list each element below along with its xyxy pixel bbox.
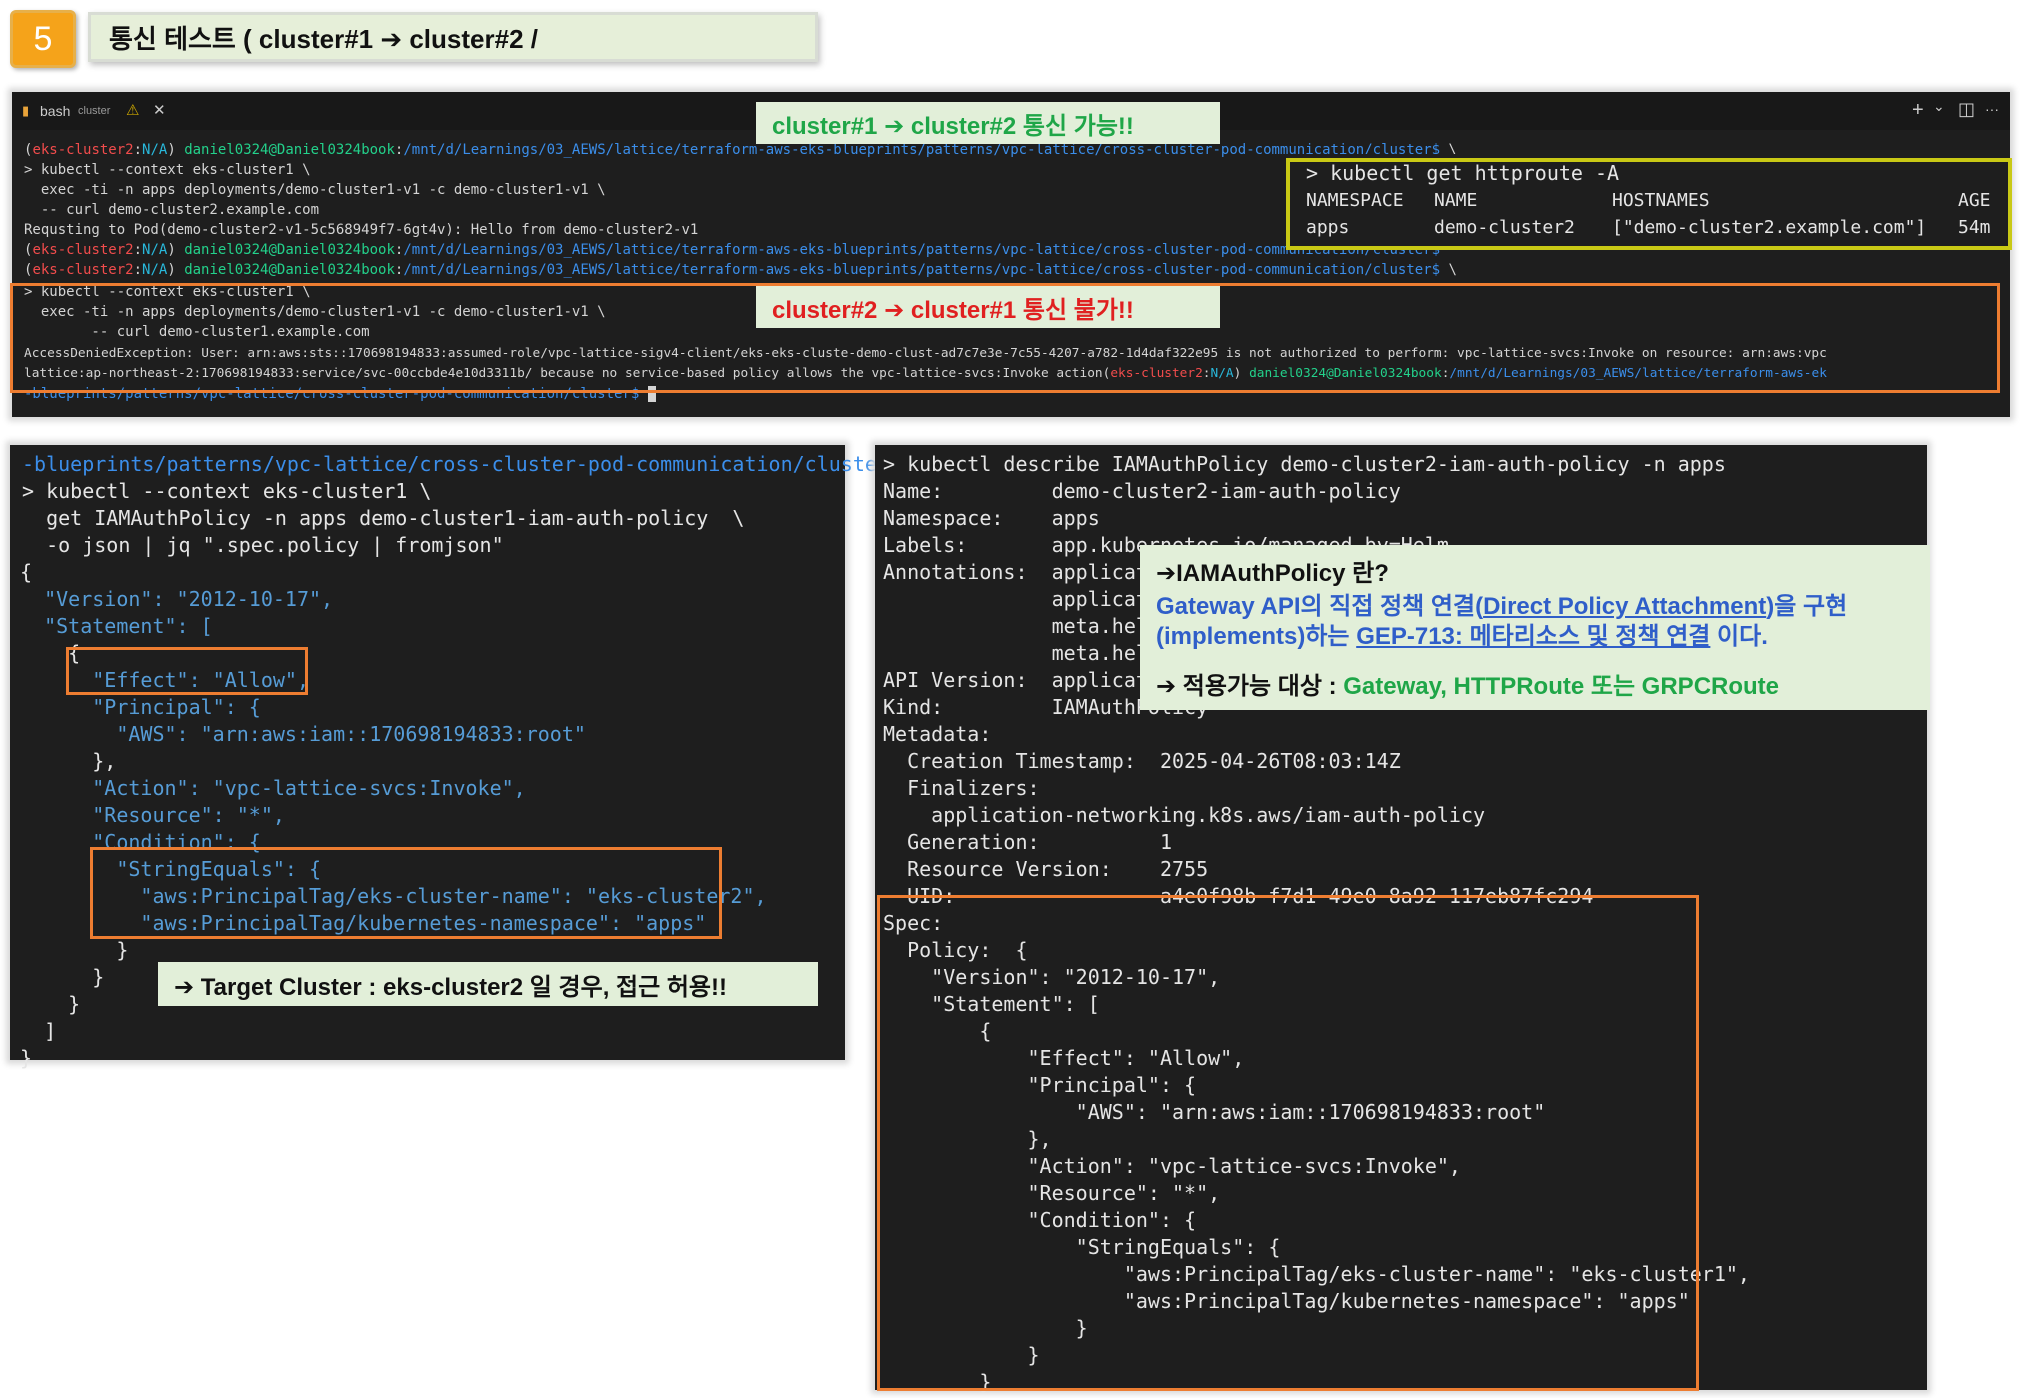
describe-line: Resource Version: 2755 <box>883 857 1209 881</box>
prompt-line: (eks-cluster2:N/A) daniel0324@Daniel0324… <box>24 142 1457 158</box>
json-line: "Principal": { <box>20 695 261 719</box>
describe-line: Finalizers: <box>883 776 1040 800</box>
terminal-line: -- curl demo-cluster2.example.com <box>24 202 320 218</box>
prompt-line: (eks-cluster2:N/A) daniel0324@Daniel0324… <box>24 242 1441 258</box>
prompt-namespace: N/A <box>142 242 168 258</box>
callout-failure: cluster#2 ➔ cluster#1 통신 불가!! <box>756 286 1220 328</box>
spec-highlight <box>877 895 1699 1391</box>
json-line: "Statement": [ <box>20 614 213 638</box>
json-line: "Version": "2012-10-17", <box>20 587 334 611</box>
callout-target-cluster: ➔ Target Cluster : eks-cluster2 일 경우, 접근… <box>158 962 818 1006</box>
callout-success: cluster#1 ➔ cluster#2 통신 가능!! <box>756 102 1220 144</box>
command-line: -o json | jq ".spec.policy | fromjson" <box>22 533 504 557</box>
info-target-value: Gateway, HTTPRoute 또는 GRPCRoute <box>1343 673 1780 700</box>
prompt-user: daniel0324@Daniel0324book <box>184 242 395 258</box>
chevron-down-icon[interactable]: ⌄ <box>1933 98 1945 115</box>
json-line: } <box>20 965 105 989</box>
describe-line: application-networking.k8s.aws/iam-auth-… <box>883 803 1486 827</box>
describe-line: Namespace: apps <box>883 506 1100 530</box>
describe-line: meta.helm <box>883 641 1160 665</box>
json-line: } <box>20 938 129 962</box>
json-line: }, <box>20 749 117 773</box>
describe-line: Generation: 1 <box>883 830 1172 854</box>
split-terminal-icon[interactable]: ◫ <box>1958 99 1975 120</box>
describe-line: Annotations: applicati <box>883 560 1160 584</box>
new-terminal-icon[interactable]: + <box>1912 99 1924 122</box>
step-title: 통신 테스트 ( cluster#1 ➔ cluster#2 / <box>88 12 818 62</box>
describe-line: applicati <box>883 587 1160 611</box>
describe-line: API Version: applicati <box>883 668 1160 692</box>
terminal-tab-sublabel: cluster <box>78 105 111 117</box>
path-line: -blueprints/patterns/vpc-lattice/cross-c… <box>22 452 926 476</box>
command-line: get IAMAuthPolicy -n apps demo-cluster1-… <box>22 506 745 530</box>
warning-icon: ⚠ <box>126 102 140 119</box>
info-title: ➔IAMAuthPolicy 란? <box>1156 560 1389 587</box>
prompt-context: eks-cluster2 <box>32 142 134 158</box>
info-text: Gateway API의 직접 정책 연결( <box>1156 593 1484 620</box>
info-target: ➔ 적용가능 대상 : Gateway, HTTPRoute 또는 GRPCRo… <box>1156 666 1914 701</box>
describe-line: Name: demo-cluster2-iam-auth-policy <box>883 479 1401 503</box>
prompt-path: /mnt/d/Learnings/03_AEWS/lattice/terrafo… <box>403 242 1441 258</box>
bash-icon: ▮ <box>22 103 30 118</box>
json-line: } <box>20 992 81 1016</box>
effect-allow-highlight <box>66 647 308 695</box>
terminal-line: > kubectl --context eks-cluster1 \ <box>24 162 311 178</box>
direct-policy-attachment-link[interactable]: Direct Policy Attachment <box>1483 593 1766 620</box>
json-line: "AWS": "arn:aws:iam::170698194833:root" <box>20 722 586 746</box>
json-line: "Resource": "*", <box>20 803 285 827</box>
command-line: > kubectl --context eks-cluster1 \ <box>22 479 432 503</box>
prompt-line: (eks-cluster2:N/A) daniel0324@Daniel0324… <box>24 262 1457 278</box>
close-icon[interactable]: ✕ <box>153 101 166 119</box>
info-text: (implements)하는 <box>1156 623 1357 650</box>
prompt-context: eks-cluster2 <box>32 242 134 258</box>
iamauthpolicy-info-box: ➔IAMAuthPolicy 란? Gateway API의 직접 정책 연결(… <box>1140 545 1930 710</box>
json-line: ] <box>20 1019 57 1043</box>
json-line: { <box>20 560 33 584</box>
terminal-line: exec -ti -n apps deployments/demo-cluste… <box>24 182 606 198</box>
describe-line: Metadata: <box>883 722 992 746</box>
json-line: } <box>20 1046 33 1070</box>
describe-line: meta.helm <box>883 614 1160 638</box>
more-actions-icon[interactable]: ··· <box>1985 101 1999 117</box>
prompt-path: /mnt/d/Learnings/03_AEWS/lattice/terrafo… <box>403 262 1441 278</box>
step-number-badge: 5 <box>10 10 76 68</box>
prompt-user: daniel0324@Daniel0324book <box>184 262 395 278</box>
terminal-tab-label[interactable]: bash <box>40 103 70 119</box>
prompt-continuation: \ <box>1440 262 1457 278</box>
info-text: 이다. <box>1710 623 1768 650</box>
info-target-label: ➔ 적용가능 대상 : <box>1156 673 1344 700</box>
describe-line: Creation Timestamp: 2025-04-26T08:03:14Z <box>883 749 1401 773</box>
prompt-namespace: N/A <box>142 142 168 158</box>
condition-highlight <box>90 847 722 939</box>
prompt-context: eks-cluster2 <box>32 262 134 278</box>
info-text: )을 구현 <box>1766 593 1848 620</box>
terminal-output-line: Requsting to Pod(demo-cluster2-v1-5c5689… <box>24 222 699 238</box>
httproute-highlight <box>1286 158 2012 250</box>
gep-713-link[interactable]: GEP-713: 메타리소스 및 정책 연결 <box>1356 623 1710 650</box>
prompt-user: daniel0324@Daniel0324book <box>184 142 395 158</box>
describe-line: > kubectl describe IAMAuthPolicy demo-cl… <box>883 452 1726 476</box>
json-line: "Action": "vpc-lattice-svcs:Invoke", <box>20 776 526 800</box>
prompt-namespace: N/A <box>142 262 168 278</box>
info-description: Gateway API의 직접 정책 연결(Direct Policy Atta… <box>1156 592 1914 652</box>
prompt-path: /mnt/d/Learnings/03_AEWS/lattice/terrafo… <box>403 142 1441 158</box>
